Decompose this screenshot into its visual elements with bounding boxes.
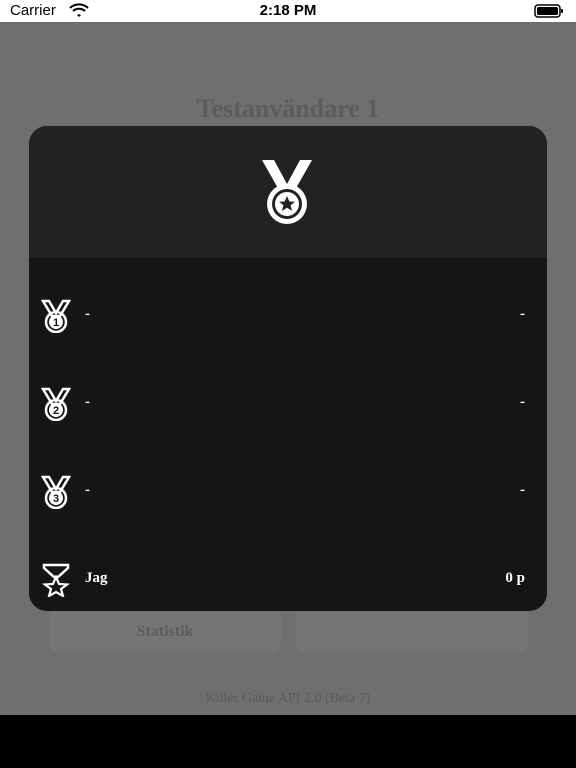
medal-1-icon: 1 bbox=[41, 299, 71, 333]
player-name: - bbox=[85, 482, 90, 498]
leaderboard-row-1[interactable]: 1 - - bbox=[29, 296, 547, 336]
clock: 2:18 PM bbox=[259, 2, 317, 19]
player-name: - bbox=[85, 306, 90, 322]
medal-3-icon: 3 bbox=[41, 475, 71, 509]
modal-header bbox=[29, 126, 547, 258]
user-title: Testanvändare 1 bbox=[196, 94, 380, 123]
player-name: - bbox=[85, 394, 90, 410]
version-footer: Killer Game API 2.0 (Beta 7) bbox=[205, 691, 371, 706]
secondary-button[interactable] bbox=[296, 607, 528, 653]
leaderboard-row-3[interactable]: 3 - - bbox=[29, 472, 547, 512]
player-points: - bbox=[520, 394, 525, 410]
player-points: - bbox=[520, 482, 525, 498]
svg-text:3: 3 bbox=[53, 493, 59, 505]
status-bar: Carrier 2:18 PM bbox=[0, 0, 576, 22]
svg-text:2: 2 bbox=[53, 405, 59, 417]
player-points: 0 p bbox=[505, 570, 525, 586]
medal-2-icon: 2 bbox=[41, 387, 71, 421]
player-name: Jag bbox=[85, 570, 108, 586]
leaderboard-row-2[interactable]: 2 - - bbox=[29, 384, 547, 424]
battery-icon bbox=[534, 4, 563, 18]
leaderboard-modal: 1 - - 2 - - 3 - - Jag 0 p bbox=[29, 126, 547, 611]
player-points: - bbox=[520, 306, 525, 322]
hourglass-star-icon bbox=[41, 563, 71, 597]
leaderboard-row-self[interactable]: Jag 0 p bbox=[29, 560, 547, 600]
statistics-button[interactable]: Statistik bbox=[49, 607, 281, 653]
svg-text:1: 1 bbox=[53, 317, 59, 329]
medal-star-icon bbox=[262, 160, 312, 224]
